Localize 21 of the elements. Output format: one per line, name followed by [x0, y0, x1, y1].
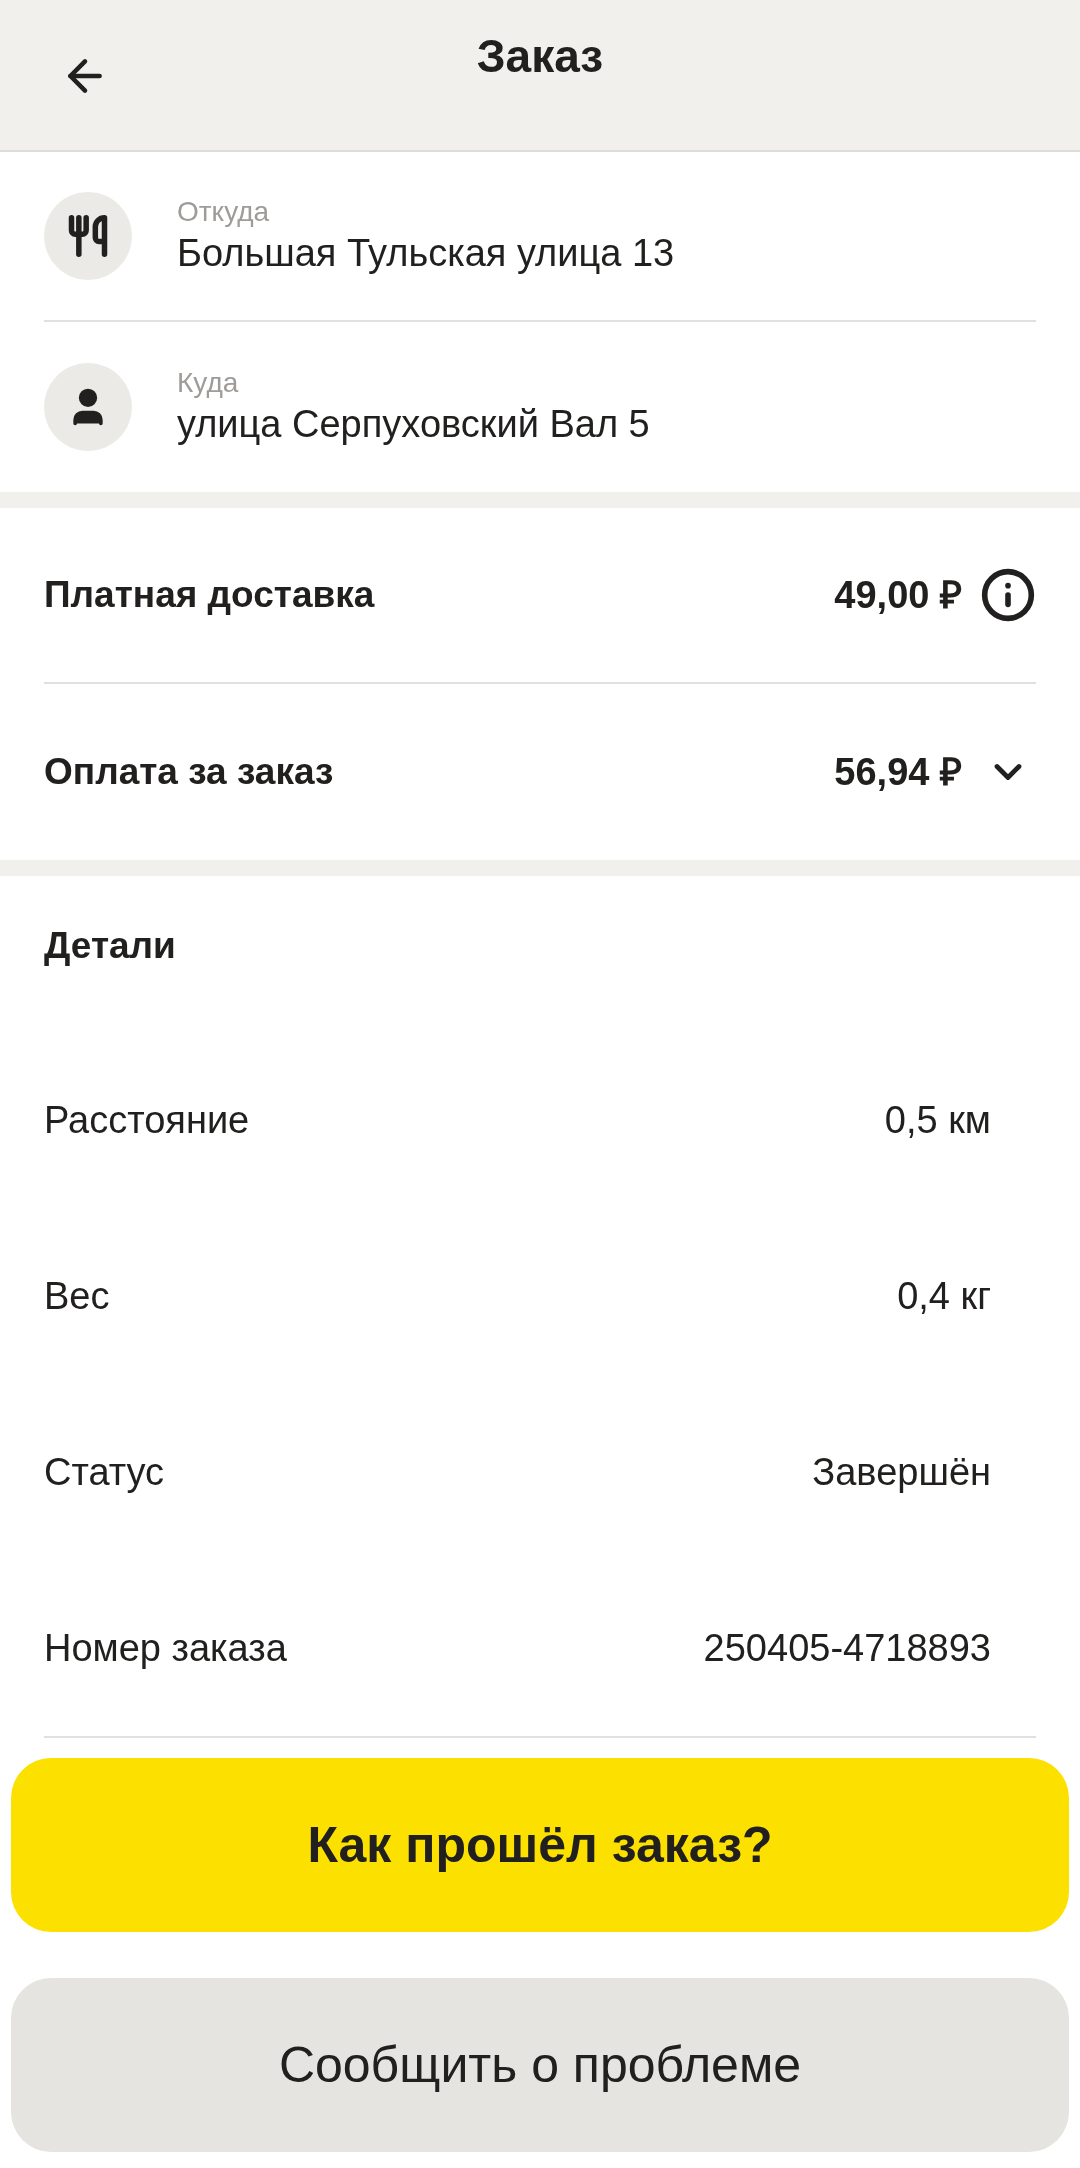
route-label: Куда	[177, 366, 240, 400]
info-icon[interactable]	[980, 567, 1036, 623]
detail-value: 0,5 км	[884, 1097, 991, 1143]
report-problem-button[interactable]: Сообщить о проблеме	[11, 1978, 1069, 2152]
detail-label: Вес	[44, 1273, 110, 1319]
detail-label: Расстояние	[44, 1097, 250, 1143]
detail-value: 0,4 кг	[897, 1273, 991, 1319]
rate-order-button[interactable]: Как прошёл заказ?	[11, 1758, 1069, 1932]
detail-value: 250405-4718893	[703, 1625, 991, 1671]
payment-label: Оплата за заказ	[44, 750, 334, 795]
detail-value: Завершён	[812, 1449, 991, 1495]
screen-title: Заказ	[476, 29, 604, 84]
route-address: Большая Тульская улица 13	[177, 231, 675, 276]
section-title: Детали	[44, 924, 177, 969]
payment-label: Платная доставка	[44, 573, 375, 618]
route-label: Откуда	[177, 195, 271, 229]
payment-amount: 56,94 ₽	[834, 749, 962, 795]
route-address: улица Серпуховский Вал 5	[177, 402, 650, 447]
payment-amount: 49,00 ₽	[834, 572, 962, 618]
detail-label: Статус	[44, 1449, 165, 1495]
detail-label: Номер заказа	[44, 1625, 287, 1671]
